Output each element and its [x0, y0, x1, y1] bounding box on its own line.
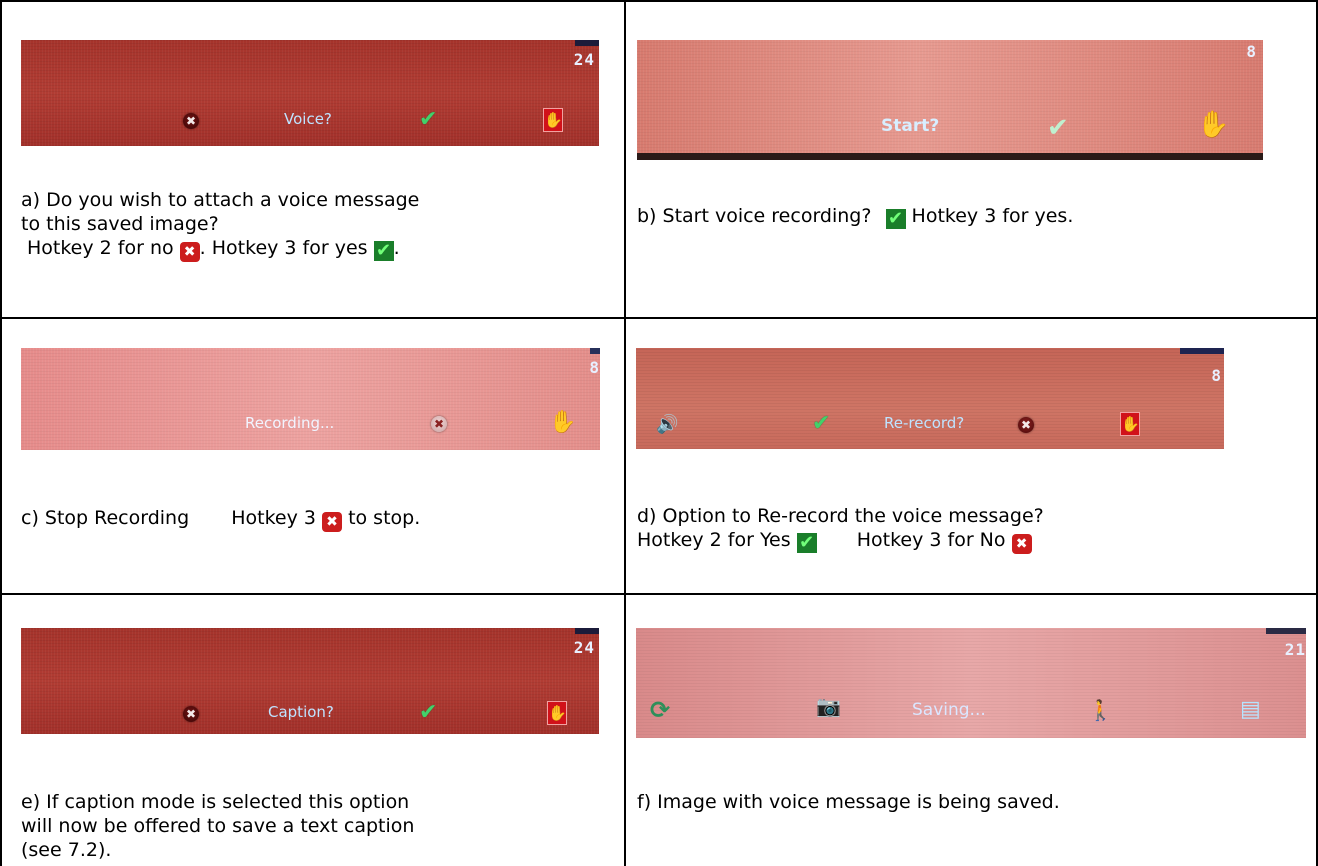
- screen-top-tab: [575, 40, 599, 46]
- screen-counter: 21: [1284, 640, 1306, 659]
- caption-text: b) Start voice recording?: [637, 205, 872, 227]
- caption-text: Hotkey 2 for Yes: [637, 529, 791, 551]
- refresh-icon: ⟳: [650, 696, 671, 724]
- cancel-icon: ✖: [183, 113, 199, 129]
- screen-prompt-label: Recording...: [245, 414, 335, 432]
- check-icon: ✔: [419, 107, 438, 132]
- cancel-icon: ✖: [183, 706, 199, 722]
- cancel-icon: ✖: [431, 416, 447, 432]
- screen-photo-start: 8 Start? ✔ ✋: [637, 40, 1263, 160]
- panel-f-caption: f) Image with voice message is being sav…: [637, 790, 1060, 814]
- table-border-top: [0, 0, 1318, 2]
- screen-photo-rerecord: 8 🔊 ✔ Re-record? ✖ ✋: [636, 348, 1224, 449]
- camera-icon: 📷: [816, 694, 841, 718]
- screen-top-tab: [575, 628, 599, 634]
- screen-photo-recording: 8 Recording... ✖ ✋: [21, 348, 600, 450]
- caption-line: to this saved image?: [21, 213, 219, 235]
- table-border-middle: [624, 0, 626, 866]
- caption-line: Hotkey 2 for Yes ✔ Hotkey 3 for No ✖: [637, 528, 1044, 554]
- cancel-icon: ✖: [1011, 534, 1032, 554]
- caption-text: Hotkey 3 for yes.: [911, 205, 1074, 227]
- caption-line: (see 7.2).: [21, 839, 112, 861]
- check-icon: ✔: [1047, 113, 1069, 143]
- screen-photo-caption: 24 ✖ Caption? ✔ ✋: [21, 628, 599, 734]
- caption-text: .: [393, 237, 400, 259]
- check-icon: ✔: [885, 209, 906, 229]
- caption-line: Hotkey 2 for no ✖. Hotkey 3 for yes ✔.: [21, 236, 419, 262]
- caption-text: f) Image with voice message is being sav…: [637, 791, 1060, 813]
- caption-text: Hotkey 3: [231, 507, 316, 529]
- screen-prompt-label: Saving...: [912, 700, 986, 720]
- screen-counter: 8: [1246, 42, 1257, 61]
- speaker-icon: 🔊: [656, 414, 679, 435]
- check-icon: ✔: [373, 241, 394, 261]
- screen-top-tab: [590, 348, 600, 354]
- figure-icon: 🚶: [1088, 698, 1113, 722]
- caption-line: d) Option to Re-record the voice message…: [637, 505, 1044, 527]
- screen-counter: 24: [573, 638, 595, 657]
- table-border-row1: [0, 317, 1318, 319]
- document-icon: ▤: [1240, 697, 1261, 722]
- screen-prompt-label: Voice?: [284, 110, 332, 128]
- cancel-icon: ✖: [179, 242, 200, 262]
- screen-photo-saving: 21 ⟳ 📷 Saving... 🚶 ▤: [636, 628, 1306, 738]
- caption-line: a) Do you wish to attach a voice message: [21, 189, 420, 211]
- screen-prompt-label: Caption?: [268, 703, 334, 721]
- caption-line: e) If caption mode is selected this opti…: [21, 791, 410, 813]
- check-icon: ✔: [796, 533, 817, 553]
- check-icon: ✔: [419, 700, 438, 725]
- screen-counter: 8: [589, 358, 600, 377]
- screen-counter: 24: [573, 50, 595, 69]
- screen-bottom-edge: [637, 153, 1263, 160]
- check-icon: ✔: [812, 411, 831, 436]
- caption-text: Hotkey 3 for No: [856, 529, 1006, 551]
- caption-text: . Hotkey 3 for yes: [199, 237, 368, 259]
- cancel-icon: ✖: [1018, 417, 1034, 433]
- screen-prompt-label: Re-record?: [884, 414, 965, 432]
- table-border-left: [0, 0, 2, 866]
- cancel-icon: ✖: [322, 512, 343, 532]
- screenshot-table: 24 ✖ Voice? ✔ ✋ a) Do you wish to attach…: [0, 0, 1318, 866]
- screen-photo-voice: 24 ✖ Voice? ✔ ✋: [21, 40, 599, 146]
- caption-text: Hotkey 2 for no: [27, 237, 174, 259]
- caption-text: c) Stop Recording: [21, 507, 190, 529]
- caption-line: will now be offered to save a text capti…: [21, 815, 415, 837]
- screen-prompt-label: Start?: [881, 116, 940, 136]
- caption-text: to stop.: [348, 507, 421, 529]
- panel-a-caption: a) Do you wish to attach a voice message…: [21, 188, 419, 262]
- screen-top-tab: [1266, 628, 1306, 634]
- table-border-row2: [0, 593, 1318, 595]
- panel-c-caption: c) Stop Recording Hotkey 3 ✖ to stop.: [21, 506, 420, 532]
- stop-hand-icon: ✋: [1120, 412, 1140, 436]
- stop-hand-icon: ✋: [549, 410, 577, 435]
- panel-e-caption: e) If caption mode is selected this opti…: [21, 790, 414, 862]
- stop-hand-icon: ✋: [543, 108, 563, 132]
- panel-b-caption: b) Start voice recording? ✔ Hotkey 3 for…: [637, 204, 1073, 229]
- panel-d-caption: d) Option to Re-record the voice message…: [637, 504, 1044, 554]
- screen-counter: 8: [1211, 366, 1222, 385]
- screen-top-tab: [1180, 348, 1224, 354]
- stop-hand-icon: ✋: [547, 701, 567, 725]
- stop-hand-icon: ✋: [1197, 110, 1230, 140]
